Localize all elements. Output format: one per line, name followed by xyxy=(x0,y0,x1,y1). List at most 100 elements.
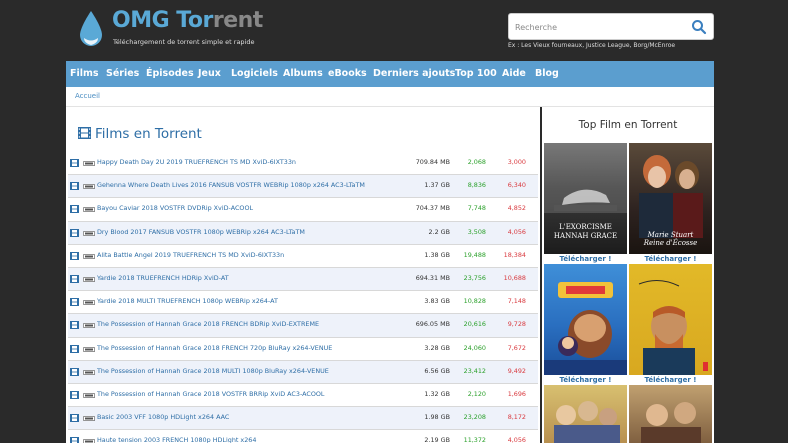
nav-item-top-100[interactable]: Top 100 xyxy=(455,61,497,87)
torrent-row[interactable]: Gehenna Where Death Lives 2016 FANSUB VO… xyxy=(68,175,538,199)
logo-title: OMG Torrent xyxy=(112,8,263,33)
torrent-row[interactable]: The Possession of Hannah Grace 2018 FREN… xyxy=(68,338,538,361)
sidebar-title: Top Film en Torrent xyxy=(578,119,678,131)
torrent-name-link[interactable]: The Possession of Hannah Grace 2018 VOST… xyxy=(97,390,397,398)
main-content: Films en Torrent Happy Death Day 2U 2019… xyxy=(66,107,540,443)
film-icon xyxy=(70,274,79,283)
hd-badge-icon xyxy=(83,184,95,190)
torrent-leechers: 4,852 xyxy=(507,204,526,213)
torrent-row[interactable]: The Possession of Hannah Grace 2018 FREN… xyxy=(68,314,538,338)
download-link-3[interactable]: Télécharger ! xyxy=(544,376,627,384)
torrent-name-link[interactable]: Dry Blood 2017 FANSUB VOSTFR 1080p WEBRi… xyxy=(97,228,397,236)
torrent-leechers: 1,696 xyxy=(507,389,526,398)
sidebar: Top Film en Torrent L'EXORCISME HANNAH G… xyxy=(542,107,714,443)
torrent-name-link[interactable]: Gehenna Where Death Lives 2016 FANSUB VO… xyxy=(97,181,397,189)
torrent-size: 694.31 MB xyxy=(415,273,450,282)
torrent-row[interactable]: Yardie 2018 TRUEFRENCH HDRip XviD-AT 694.… xyxy=(68,267,538,292)
site-logo[interactable]: OMG Torrent Téléchargement de torrent si… xyxy=(78,8,278,52)
breadcrumb: Accueil xyxy=(66,87,714,107)
torrent-name-link[interactable]: The Possession of Hannah Grace 2018 FREN… xyxy=(97,320,397,328)
film-icon xyxy=(70,251,79,260)
torrent-size: 6.56 GB xyxy=(424,366,450,375)
poster-marie-stuart[interactable]: Marie Stuart Reine d'Écosse xyxy=(629,143,712,254)
nav-item-albums[interactable]: Albums xyxy=(283,61,323,87)
torrent-leechers: 10,688 xyxy=(503,273,526,282)
torrent-size: 1.37 GB xyxy=(424,181,450,190)
torrent-leechers: 8,172 xyxy=(507,413,526,422)
torrent-row[interactable]: Dry Blood 2017 FANSUB VOSTFR 1080p WEBRi… xyxy=(68,221,538,245)
torrent-row[interactable]: Basic 2003 VFF 1080p HDLight x264 AAC 1.9… xyxy=(68,407,538,431)
poster-5-art xyxy=(554,401,620,443)
logo-tagline: Téléchargement de torrent simple et rapi… xyxy=(113,38,255,46)
film-icon xyxy=(70,437,79,443)
torrent-name-link[interactable]: Haute tension 2003 FRENCH 1080p HDLight … xyxy=(97,436,397,443)
film-icon xyxy=(70,321,79,330)
torrent-seeders: 24,060 xyxy=(463,343,486,352)
film-icon xyxy=(70,298,79,307)
torrent-seeders: 20,616 xyxy=(463,320,486,329)
torrent-leechers: 9,728 xyxy=(507,320,526,329)
torrent-size: 704.37 MB xyxy=(415,204,450,213)
torrent-row[interactable]: Haute tension 2003 FRENCH 1080p HDLight … xyxy=(68,430,538,443)
breadcrumb-home-link[interactable]: Accueil xyxy=(75,92,100,100)
nav-item-series[interactable]: Séries xyxy=(106,61,139,87)
torrent-row[interactable]: Happy Death Day 2U 2019 TRUEFRENCH TS MD… xyxy=(68,152,538,176)
torrent-name-link[interactable]: Yardie 2018 MULTI TRUEFRENCH 1080p WEBRi… xyxy=(97,297,397,305)
hd-badge-icon xyxy=(83,369,95,375)
download-link-2[interactable]: Télécharger ! xyxy=(629,255,712,263)
torrent-name-link[interactable]: Basic 2003 VFF 1080p HDLight x264 AAC xyxy=(97,413,397,421)
torrent-leechers: 7,672 xyxy=(507,343,526,352)
section-title: Films en Torrent xyxy=(78,126,202,142)
torrent-row[interactable]: The Possession of Hannah Grace 2018 MULT… xyxy=(68,360,538,384)
torrent-seeders: 2,120 xyxy=(467,389,486,398)
nav-item-episodes[interactable]: Épisodes xyxy=(146,61,194,87)
poster-5[interactable] xyxy=(544,385,627,443)
torrent-leechers: 18,384 xyxy=(503,250,526,259)
film-icon xyxy=(70,390,79,399)
film-icon xyxy=(70,414,79,423)
nav-item-ebooks[interactable]: eBooks xyxy=(328,61,367,87)
search-icon[interactable] xyxy=(691,19,707,35)
torrent-row[interactable]: Bayou Caviar 2018 VOSTFR DVDRip XviD-ACO… xyxy=(68,198,538,222)
film-icon xyxy=(70,228,79,237)
torrent-leechers: 3,000 xyxy=(507,158,526,166)
nav-item-jeux[interactable]: Jeux xyxy=(198,61,221,87)
torrent-size: 696.05 MB xyxy=(415,320,450,329)
torrent-leechers: 6,340 xyxy=(507,181,526,190)
poster-6-art xyxy=(641,402,701,443)
hd-badge-icon xyxy=(83,416,95,422)
poster-at-eternity-gate[interactable] xyxy=(629,264,712,375)
poster-ralph[interactable] xyxy=(544,264,627,375)
poster-6[interactable] xyxy=(629,385,712,443)
torrent-row[interactable]: Yardie 2018 MULTI TRUEFRENCH 1080p WEBRi… xyxy=(68,291,538,315)
hd-badge-icon xyxy=(83,161,95,166)
torrent-size: 1.32 GB xyxy=(424,389,450,398)
torrent-size: 2.2 GB xyxy=(428,227,450,236)
torrent-name-link[interactable]: The Possession of Hannah Grace 2018 FREN… xyxy=(97,344,397,352)
torrent-leechers: 4,056 xyxy=(507,227,526,236)
torrent-row[interactable]: The Possession of Hannah Grace 2018 VOST… xyxy=(68,384,538,408)
torrent-name-link[interactable]: Yardie 2018 TRUEFRENCH HDRip XviD-AT xyxy=(97,274,397,282)
nav-item-aide[interactable]: Aide xyxy=(502,61,526,87)
download-link-1[interactable]: Télécharger ! xyxy=(544,255,627,263)
nav-item-films[interactable]: Films xyxy=(70,61,99,87)
film-icon xyxy=(70,182,79,191)
nav-item-derniers-ajouts[interactable]: Derniers ajouts xyxy=(373,61,455,87)
film-icon xyxy=(78,127,91,139)
torrent-name-link[interactable]: Bayou Caviar 2018 VOSTFR DVDRip XviD-ACO… xyxy=(97,204,397,212)
hd-badge-icon xyxy=(83,207,95,213)
poster-hannah-grace-caption: L'EXORCISME HANNAH GRACE xyxy=(553,223,618,240)
torrent-leechers: 4,056 xyxy=(507,436,526,443)
nav-item-blog[interactable]: Blog xyxy=(535,61,559,87)
torrent-size: 709.84 MB xyxy=(415,158,450,166)
torrent-name-link[interactable]: Alita Battle Angel 2019 TRUEFRENCH TS MD… xyxy=(97,251,397,259)
torrent-row[interactable]: Alita Battle Angel 2019 TRUEFRENCH TS MD… xyxy=(68,245,538,268)
poster-hannah-grace[interactable]: L'EXORCISME HANNAH GRACE xyxy=(544,143,627,254)
nav-item-logiciels[interactable]: Logiciels xyxy=(231,61,278,87)
torrent-leechers: 7,148 xyxy=(507,297,526,306)
torrent-seeders: 11,372 xyxy=(463,436,486,443)
download-link-4[interactable]: Télécharger ! xyxy=(629,376,712,384)
torrent-name-link[interactable]: The Possession of Hannah Grace 2018 MULT… xyxy=(97,367,397,375)
search-input[interactable] xyxy=(515,19,685,35)
torrent-name-link[interactable]: Happy Death Day 2U 2019 TRUEFRENCH TS MD… xyxy=(97,158,397,166)
